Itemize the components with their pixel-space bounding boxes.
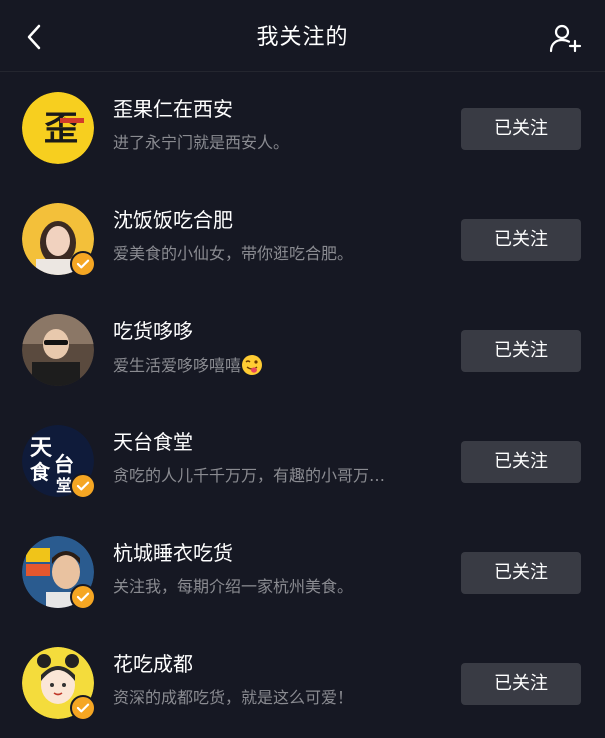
user-bio: 贪吃的人儿千千万万，有趣的小哥万… <box>113 466 386 485</box>
winking-tongue-emoji-icon <box>242 355 263 375</box>
verified-badge-icon <box>70 473 96 499</box>
user-bio: 进了永宁门就是西安人。 <box>113 133 290 152</box>
list-item[interactable]: 花吃成都 资深的成都吃货，就是这么可爱！ 已关注 <box>0 627 605 738</box>
avatar[interactable] <box>22 314 94 386</box>
svg-text:歪: 歪 <box>44 109 78 149</box>
bio-text: 爱生活爱哆哆嘻嘻 <box>113 356 242 375</box>
list-item[interactable]: 沈饭饭吃合肥 爱美食的小仙女，带你逛吃合肥。 已关注 <box>0 183 605 294</box>
avatar[interactable] <box>22 647 96 721</box>
svg-text:台: 台 <box>54 452 74 476</box>
user-bio: 资深的成都吃货，就是这么可爱！ <box>113 688 354 707</box>
avatar[interactable] <box>22 203 96 277</box>
user-name: 花吃成都 <box>113 652 193 676</box>
list-item[interactable]: 吃货哆哆 爱生活爱哆哆嘻嘻 已关注 <box>0 294 605 405</box>
verified-badge-icon <box>70 584 96 610</box>
list-item[interactable]: 天 食 台 堂 天台食堂 贪吃的人儿千千万万，有趣的小哥万… 已关注 <box>0 405 605 516</box>
user-bio: 关注我，每期介绍一家杭州美食。 <box>113 577 354 596</box>
svg-text:食: 食 <box>30 460 51 484</box>
following-button[interactable]: 已关注 <box>461 663 581 705</box>
verified-badge-icon <box>70 251 96 277</box>
avatar[interactable] <box>22 536 96 610</box>
page-title: 我关注的 <box>256 25 349 50</box>
following-button[interactable]: 已关注 <box>461 330 581 372</box>
user-name: 沈饭饭吃合肥 <box>113 208 233 232</box>
avatar-image <box>22 314 94 386</box>
user-bio: 爱生活爱哆哆嘻嘻 <box>113 354 443 377</box>
following-button[interactable]: 已关注 <box>461 441 581 483</box>
list-item[interactable]: 歪 歪果仁在西安 进了永宁门就是西安人。 已关注 <box>0 72 605 183</box>
add-user-icon[interactable] <box>549 22 583 54</box>
avatar-image: 歪 <box>22 92 94 164</box>
user-name: 歪果仁在西安 <box>113 97 233 121</box>
avatar[interactable]: 歪 <box>22 92 94 164</box>
following-button[interactable]: 已关注 <box>461 108 581 150</box>
following-button[interactable]: 已关注 <box>461 219 581 261</box>
user-name: 杭城睡衣吃货 <box>113 541 233 565</box>
avatar[interactable]: 天 食 台 堂 <box>22 425 96 499</box>
user-bio: 爱美食的小仙女，带你逛吃合肥。 <box>113 244 354 263</box>
top-bar: 我关注的 <box>0 0 605 72</box>
verified-badge-icon <box>70 695 96 721</box>
user-name: 吃货哆哆 <box>113 319 193 343</box>
list-item[interactable]: 杭城睡衣吃货 关注我，每期介绍一家杭州美食。 已关注 <box>0 516 605 627</box>
user-name: 天台食堂 <box>113 430 193 454</box>
svg-text:天: 天 <box>30 435 53 461</box>
following-button[interactable]: 已关注 <box>461 552 581 594</box>
